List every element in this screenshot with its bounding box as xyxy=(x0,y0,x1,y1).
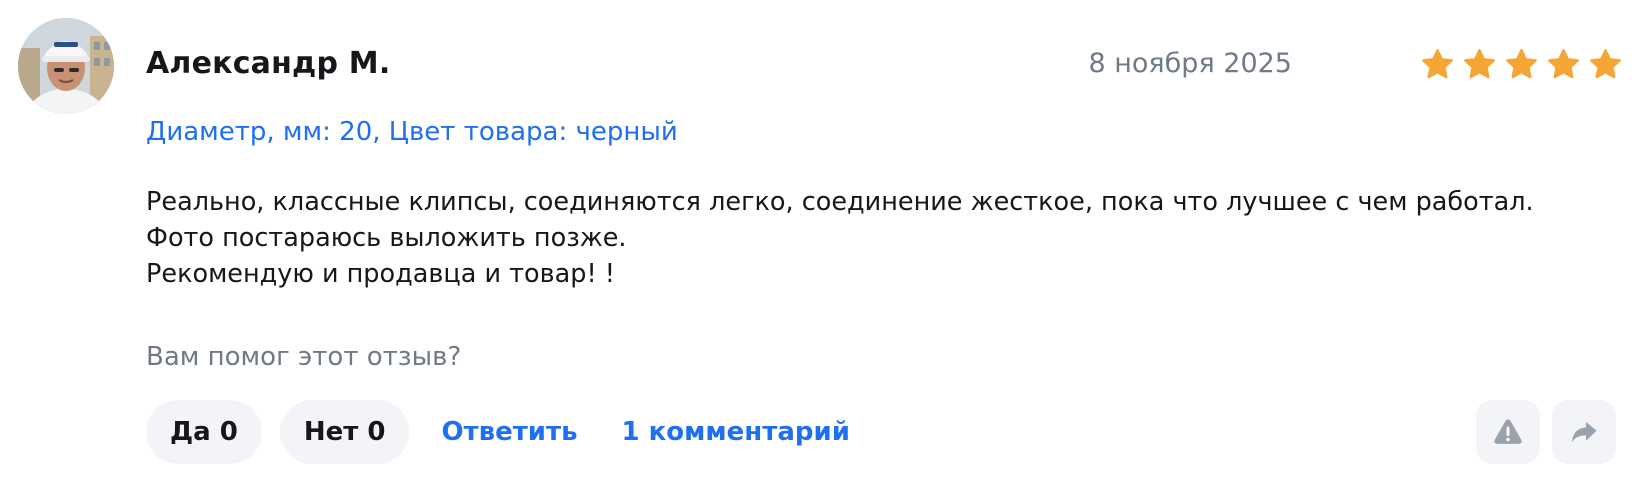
helpful-no-button[interactable]: Нет 0 xyxy=(279,400,410,464)
avatar[interactable] xyxy=(18,18,114,114)
star-icon xyxy=(1506,49,1537,79)
review-line: Фото постараюсь выложить позже. xyxy=(146,223,627,253)
author-name: Александр М. xyxy=(146,46,391,81)
star-icon xyxy=(1590,49,1621,79)
star-icon xyxy=(1422,49,1453,79)
comments-link[interactable]: 1 комментарий xyxy=(622,417,850,447)
warning-icon xyxy=(1494,419,1522,444)
helpful-question: Вам помог этот отзыв? xyxy=(146,342,462,372)
review-text: Реально, классные клипсы, соединяются ле… xyxy=(146,184,1586,292)
product-variant: Диаметр, мм: 20, Цвет товара: черный xyxy=(146,117,678,147)
reply-link[interactable]: Ответить xyxy=(441,417,577,447)
share-button[interactable] xyxy=(1552,400,1616,464)
avatar-photo xyxy=(18,18,114,114)
share-arrow-icon xyxy=(1572,422,1597,442)
review-actions: Да 0 Нет 0 Ответить 1 комментарий xyxy=(146,400,880,464)
review-line: Реально, классные клипсы, соединяются ле… xyxy=(146,187,1534,217)
review-line: Рекомендую и продавца и товар! ! xyxy=(146,259,615,289)
helpful-yes-button[interactable]: Да 0 xyxy=(146,400,262,464)
star-icon xyxy=(1548,49,1579,79)
star-icon xyxy=(1464,49,1495,79)
rating-stars xyxy=(1420,47,1623,82)
report-button[interactable] xyxy=(1476,400,1540,464)
review-date: 8 ноября 2025 xyxy=(1088,48,1292,79)
